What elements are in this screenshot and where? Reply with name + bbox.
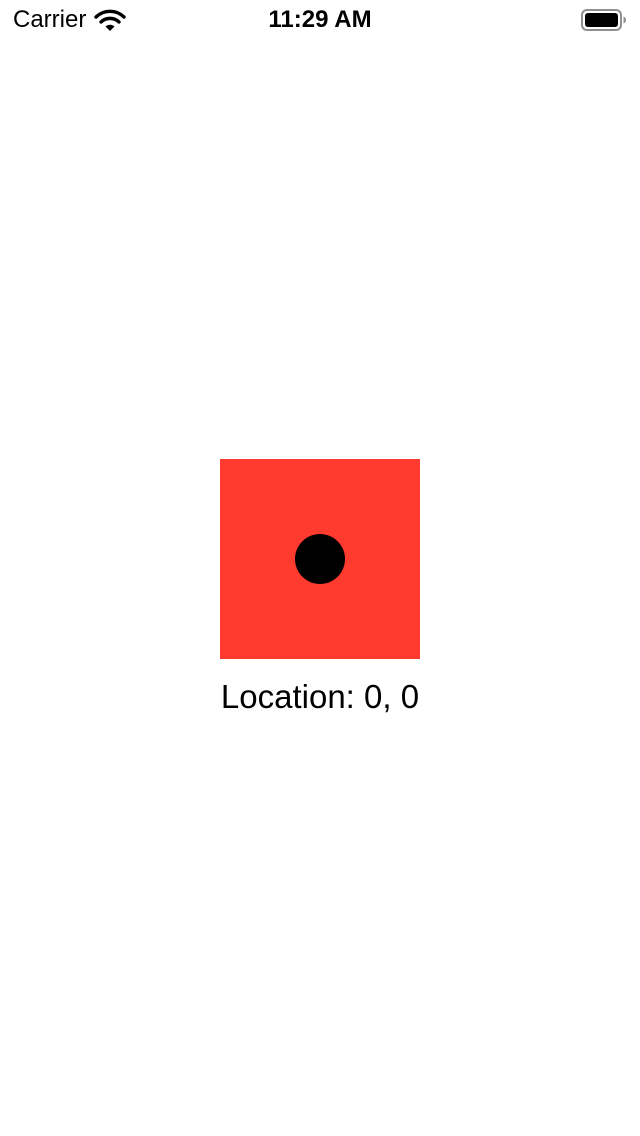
status-bar: Carrier 11:29 AM [0,0,640,40]
location-label: Location: 0, 0 [220,678,420,715]
draggable-dot[interactable] [295,534,345,584]
battery-full-icon [581,9,626,31]
drag-area[interactable] [220,459,420,659]
status-time: 11:29 AM [268,6,372,33]
